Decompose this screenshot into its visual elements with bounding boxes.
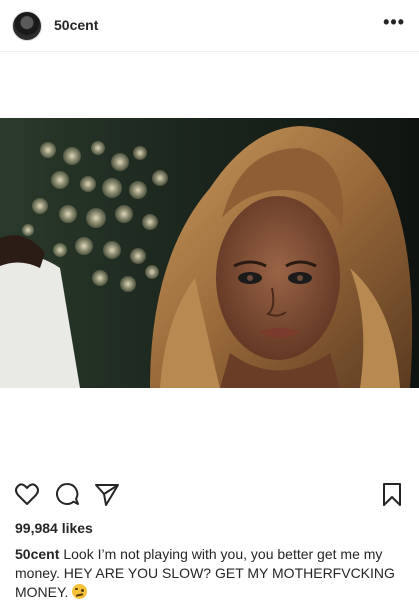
- more-options-icon[interactable]: •••: [383, 12, 405, 32]
- post-caption: 50cent Look I’m not playing with you, you…: [15, 545, 410, 602]
- heart-icon[interactable]: [13, 480, 41, 508]
- caption-username[interactable]: 50cent: [15, 546, 59, 562]
- post-header: 50cent •••: [0, 0, 419, 52]
- post-username[interactable]: 50cent: [54, 17, 98, 33]
- post-image[interactable]: [0, 118, 419, 388]
- bookmark-icon[interactable]: [378, 480, 406, 508]
- post-image-art: [0, 118, 419, 388]
- paper-plane-icon[interactable]: [93, 480, 121, 508]
- post-actions: [0, 480, 419, 512]
- raised-eyebrow-emoji-icon: [72, 584, 88, 599]
- avatar[interactable]: [12, 11, 42, 41]
- like-count[interactable]: 99,984 likes: [15, 520, 93, 536]
- comment-icon[interactable]: [53, 480, 81, 508]
